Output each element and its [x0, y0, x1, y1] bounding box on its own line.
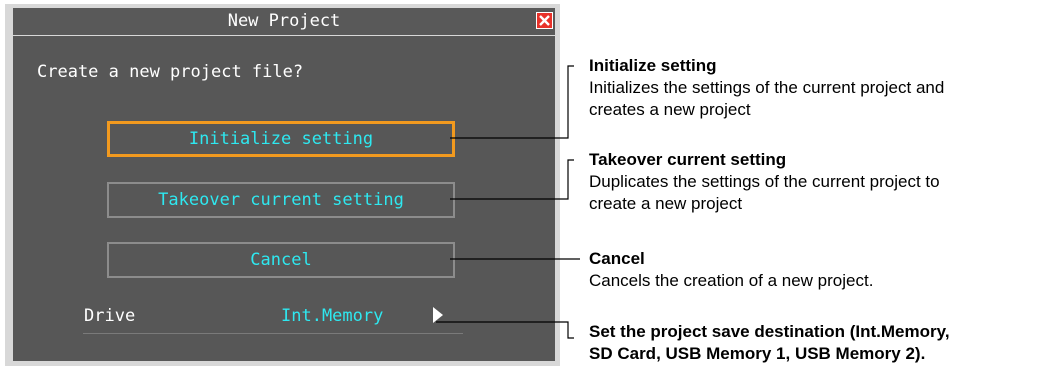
- annotation-drive: Set the project save destination (Int.Me…: [589, 321, 950, 365]
- annotation-initialize-line1: Initializes the settings of the current …: [589, 78, 945, 97]
- annotation-takeover-heading: Takeover current setting: [589, 150, 787, 169]
- annotation-initialize: Initialize setting Initializes the setti…: [589, 55, 944, 121]
- annotation-drive-line2: SD Card, USB Memory 1, USB Memory 2).: [589, 344, 926, 363]
- annotation-drive-line1: Set the project save destination (Int.Me…: [589, 322, 950, 341]
- annotation-takeover-line2: create a new project: [589, 194, 743, 213]
- annotation-initialize-line2: creates a new project: [589, 100, 751, 119]
- annotation-initialize-heading: Initialize setting: [589, 56, 717, 75]
- annotation-takeover: Takeover current setting Duplicates the …: [589, 149, 940, 215]
- annotation-takeover-line1: Duplicates the settings of the current p…: [589, 172, 940, 191]
- callout-line-takeover: [450, 159, 574, 200]
- callout-line-initialize: [450, 65, 574, 139]
- annotation-cancel-heading: Cancel: [589, 249, 645, 268]
- callout-line-drive: [436, 321, 574, 339]
- annotation-cancel-line1: Cancels the creation of a new project.: [589, 271, 874, 290]
- annotation-cancel: Cancel Cancels the creation of a new pro…: [589, 248, 873, 292]
